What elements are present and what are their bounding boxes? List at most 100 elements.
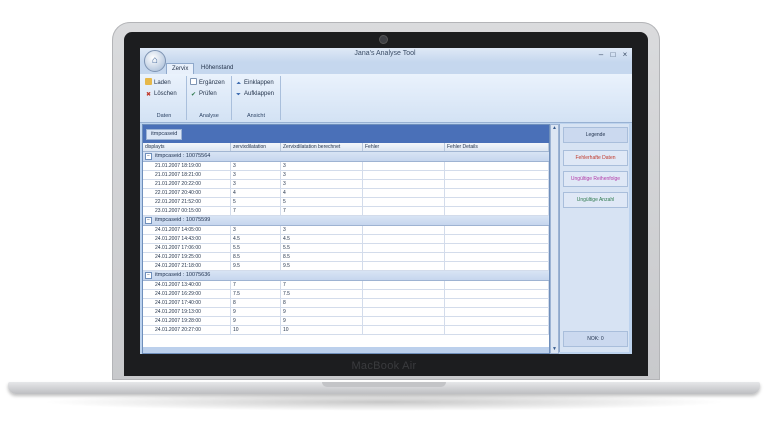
group-by-chip[interactable]: itmpcaseid [146,129,183,140]
table-cell: 5 [231,198,281,206]
laptop-shadow [40,393,728,411]
table-row[interactable]: 24.01.2007 17:40:00 8 8 [143,299,549,308]
laden-button[interactable]: Laden [145,78,171,88]
table-row[interactable]: 23.01.2007 00:15:00 7 7 [143,207,549,216]
collapse-toggle-icon[interactable]: − [145,217,152,224]
group-row[interactable]: − itmpcaseid : 10075599 [143,216,549,226]
group-row-label: itmpcaseid : 10075636 [155,272,211,278]
table-row[interactable]: 24.01.2007 14:05:00 3 3 [143,226,549,235]
table-cell: 8 [231,299,281,307]
table-cell [363,290,445,298]
pruefen-button[interactable]: ✔ Prüfen [190,89,217,99]
table-cell: 22.01.2007 21:52:00 [153,198,231,206]
table-row[interactable]: 22.01.2007 21:52:00 5 5 [143,198,549,207]
table-cell [445,299,549,307]
table-cell: 3 [231,162,281,170]
table-row[interactable]: 24.01.2007 21:18:00 9.5 9.5 [143,262,549,271]
table-cell [363,299,445,307]
table-cell [445,180,549,188]
table-cell: 24.01.2007 21:18:00 [153,262,231,270]
legend-item-ungueltige-reihenfolge: Ungültige Reihenfolge [563,171,628,187]
table-cell: 9.5 [231,262,281,270]
app-menu-button[interactable]: ⌂ [144,50,166,72]
table-cell: 5.5 [281,244,363,252]
table-row[interactable]: 22.01.2007 20:40:00 4 4 [143,189,549,198]
group-row[interactable]: − itmpcaseid : 10075564 [143,152,549,162]
collapse-toggle-icon[interactable]: − [145,153,152,160]
nok-status: NOK: 0 [563,331,628,347]
table-cell [363,326,445,334]
loeschen-label: Löschen [154,91,177,97]
table-cell [445,262,549,270]
table-cell: 7 [231,281,281,289]
table-cell: 3 [231,180,281,188]
table-row[interactable]: 21.01.2007 18:19:00 3 3 [143,162,549,171]
ergaenzen-button[interactable]: Ergänzen [190,78,225,88]
table-cell [363,317,445,325]
table-cell: 4 [231,189,281,197]
table-cell: 7.5 [281,290,363,298]
table-row[interactable]: 24.01.2007 19:28:00 9 9 [143,317,549,326]
table-cell: 7 [231,207,281,215]
table-cell [445,235,549,243]
scroll-up-icon[interactable]: ▲ [551,125,558,132]
camera-icon [380,36,387,43]
loeschen-button[interactable]: ✖ Löschen [145,89,177,99]
vertical-scrollbar[interactable]: ▲ ▼ [550,124,559,354]
table-cell: 3 [281,226,363,234]
table-row[interactable]: 24.01.2007 19:25:00 8.5 8.5 [143,253,549,262]
table-row[interactable]: 21.01.2007 18:21:00 3 3 [143,171,549,180]
table-cell [363,180,445,188]
table-row[interactable]: 24.01.2007 14:43:00 4.5 4.5 [143,235,549,244]
table-cell [445,171,549,179]
ribbon-group-daten: Laden ✖ Löschen Daten [142,76,187,120]
table-row[interactable]: 24.01.2007 20:27:00 10 10 [143,326,549,335]
laden-label: Laden [154,80,171,86]
collapse-icon: ⏶ [236,81,241,87]
table-cell: 24.01.2007 19:25:00 [153,253,231,261]
column-header[interactable]: zervixdilatation [231,143,281,151]
ergaenzen-label: Ergänzen [199,80,225,86]
table-row[interactable]: 24.01.2007 19:13:00 9 9 [143,308,549,317]
group-row-label: itmpcaseid : 10075564 [155,153,211,159]
table-cell: 9.5 [281,262,363,270]
table-cell [445,308,549,316]
column-header[interactable]: Fehler [363,143,445,151]
table-row[interactable]: 24.01.2007 16:29:00 7.5 7.5 [143,290,549,299]
table-cell: 5.5 [231,244,281,252]
table-cell [363,162,445,170]
table-row[interactable]: 21.01.2007 20:22:00 3 3 [143,180,549,189]
laptop-notch [322,382,446,387]
data-grid: itmpcaseid displayts zervixdilatation Ze… [142,124,550,354]
maximize-button[interactable]: □ [608,50,618,59]
table-cell: 21.01.2007 18:21:00 [153,171,231,179]
table-cell [445,162,549,170]
table-cell [363,244,445,252]
table-cell: 10 [281,326,363,334]
table-cell [363,226,445,234]
column-header[interactable]: Fehler Details [445,143,549,151]
minimize-button[interactable]: – [596,50,606,59]
table-row[interactable]: 24.01.2007 17:06:00 5.5 5.5 [143,244,549,253]
einklappen-button[interactable]: ⏶ Einklappen [235,78,274,88]
column-header[interactable]: displayts [143,143,231,151]
table-cell [363,198,445,206]
table-cell [445,207,549,215]
table-cell [445,198,549,206]
group-row[interactable]: − itmpcaseid : 10075636 [143,271,549,281]
ribbon-group-ansicht: ⏶ Einklappen ⏷ Aufklappen Ansicht [232,76,281,120]
table-cell [445,189,549,197]
pruefen-label: Prüfen [199,91,217,97]
group-by-bar [143,125,549,143]
aufklappen-button[interactable]: ⏷ Aufklappen [235,89,274,99]
app-window: ⌂ Jana's Analyse Tool – □ × Zervix Höhen… [140,48,632,354]
column-header[interactable]: Zervixdilatation berechnet [281,143,363,151]
table-row[interactable]: 24.01.2007 13:40:00 7 7 [143,281,549,290]
close-button[interactable]: × [620,50,630,59]
table-cell: 9 [281,308,363,316]
scroll-down-icon[interactable]: ▼ [551,346,558,353]
table-cell: 23.01.2007 00:15:00 [153,207,231,215]
tab-hoehenstand[interactable]: Höhenstand [196,63,238,74]
collapse-toggle-icon[interactable]: − [145,272,152,279]
table-cell [445,244,549,252]
